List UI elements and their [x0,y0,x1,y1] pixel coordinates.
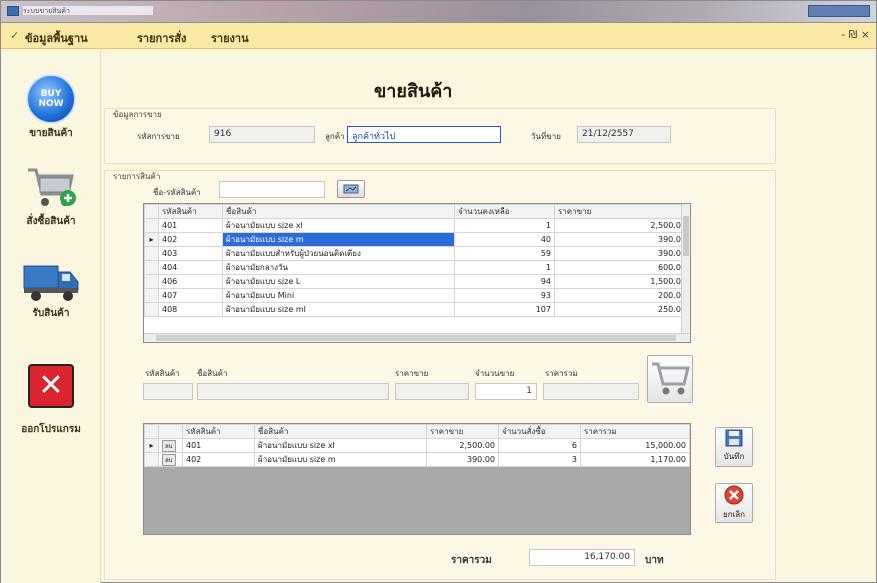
item-total-label: ราคารวม [545,369,578,378]
sale-info-group: ข้อมูลการขาย รหัสการขาย 916 ลูกค้า ลูกค้… [104,108,776,164]
menu-reports[interactable]: รายงาน [211,29,249,47]
sale-info-caption: ข้อมูลการขาย [113,110,162,119]
col-header[interactable]: รหัสสินค้า [158,204,223,219]
col-header[interactable]: ราคาขาย [426,424,499,439]
save-button[interactable]: บันทึก [715,427,753,467]
col-header[interactable]: รหัสสินค้า [182,424,255,439]
main-panel: ขายสินค้า ข้อมูลการขาย รหัสการขาย 916 ลู… [102,50,876,583]
sidebar-item-label: ขายสินค้า [29,128,73,139]
product-group: รายการสินค้า ชื่อ-รหัสสินค้า รหัสสินค้า … [104,170,776,580]
col-header[interactable]: ราคาขาย [554,204,690,219]
customer-field[interactable]: ลูกค้าทั่วไป [347,126,501,143]
menu-arrow-icon: ✓ [10,29,20,42]
sidebar-item-purchase[interactable]: สั่งซื้อสินค้า [1,162,101,229]
item-qty-field[interactable]: 1 [475,383,537,400]
table-row-selected[interactable]: ▸ 402 ผ้าอนามัยแบบ size m 40 390.00 [144,232,690,247]
sidebar-item-receive[interactable]: รับสินค้า [1,260,101,321]
sidebar: BUY NOW ขายสินค้า สั่งซื้อสินค้า รับสินค… [1,50,101,583]
sale-id-label: รหัสการขาย [137,132,180,141]
customer-label: ลูกค้า [325,132,345,141]
currency-label: บาท [645,555,664,566]
col-header[interactable]: ราคารวม [580,424,690,439]
add-to-cart-button[interactable] [647,355,693,403]
item-price-field[interactable] [395,383,469,400]
item-qty-label: จำนวนขาย [475,369,515,378]
item-total-field[interactable] [543,383,639,400]
buy-now-icon: BUY NOW [26,74,76,124]
table-row[interactable]: ▸ ลบ 401 ผ้าอนามัยแบบ size xl 2,500.00 6 15… [144,438,690,453]
horizontal-scrollbar[interactable] [144,333,690,342]
table-row[interactable]: ลบ 402 ผ้าอนามัยแบบ size m 390.00 3 1,170.0… [144,452,690,467]
item-code-label: รหัสสินค้า [145,369,180,378]
app-window: ระบบขายสินค้า ✓ ข้อมูลพื้นฐาน รายการสั่ง… [0,0,877,583]
app-icon [7,6,19,16]
sale-date-field[interactable]: 21/12/2557 [577,126,671,143]
row-pointer-icon: ▸ [144,438,159,453]
grand-total-field: 16,170.00 [529,549,635,566]
vertical-scrollbar[interactable] [681,204,690,342]
cart-grid[interactable]: รหัสสินค้า ชื่อสินค้า ราคาขาย จำนวนสั่งซ… [143,423,691,535]
search-label: ชื่อ-รหัสสินค้า [153,188,201,197]
item-name-field[interactable] [197,383,389,400]
menu-orders[interactable]: รายการสั่ง [137,29,186,47]
sidebar-item-exit[interactable]: ✕ ออกโปรแกรม [1,364,101,437]
title-bar: ระบบขายสินค้า [1,1,876,23]
table-row[interactable]: 404 ผ้าอนามัยกลางวัน 1 600.00 [144,260,690,275]
window-buttons[interactable] [808,5,870,17]
item-code-field[interactable] [143,383,193,400]
window-title: ระบบขายสินค้า [23,6,153,15]
col-header[interactable]: จำนวนสั่งซื้อ [498,424,581,439]
floppy-icon [725,429,743,447]
col-header[interactable]: จำนวนคงเหลือ [454,204,555,219]
table-row[interactable]: 403 ผ้าอนามัยแบบสำหรับผู้ป่วยนอนติดเตียง … [144,246,690,261]
item-name-label: ชื่อสินค้า [197,369,228,378]
table-row[interactable]: 407 ผ้าอนามัยแบบ Mini 93 200.00 [144,288,690,303]
cancel-icon [724,485,744,505]
row-pointer-icon: ▸ [144,232,159,247]
col-header[interactable]: ชื่อสินค้า [222,204,455,219]
sidebar-item-label: รับสินค้า [32,308,70,319]
delete-row-button[interactable]: ลบ [162,439,176,452]
sale-id-field[interactable]: 916 [209,126,315,143]
cart-add-icon [652,362,690,395]
search-button[interactable] [337,180,365,198]
product-caption: รายการสินค้า [113,172,161,181]
table-row[interactable]: 401 ผ้าอนามัยแบบ size xl 1 2,500.00 [144,218,690,233]
search-input[interactable] [219,181,325,198]
shopping-cart-icon [24,162,78,212]
cancel-button[interactable]: ยกเลิก [715,483,753,523]
menu-bar: ✓ ข้อมูลพื้นฐาน รายการสั่ง รายงาน - ₪ × [1,23,876,49]
sidebar-item-sell[interactable]: BUY NOW ขายสินค้า [1,74,101,141]
item-price-label: ราคาขาย [395,369,429,378]
product-grid[interactable]: รหัสสินค้า ชื่อสินค้า จำนวนคงเหลือ ราคาข… [143,203,691,343]
mdi-window-controls[interactable]: - ₪ × [841,28,870,41]
exit-icon: ✕ [28,364,74,408]
menu-basic-data[interactable]: ข้อมูลพื้นฐาน [25,29,88,47]
table-row[interactable]: 406 ผ้าอนามัยแบบ size L 94 1,500.00 [144,274,690,289]
delete-row-button[interactable]: ลบ [162,453,176,466]
truck-icon [22,260,80,304]
sidebar-item-label: สั่งซื้อสินค้า [26,216,76,227]
grand-total-label: ราคารวม [451,555,492,566]
search-icon [343,184,359,194]
col-header[interactable]: ชื่อสินค้า [254,424,427,439]
table-row[interactable]: 408 ผ้าอนามัยแบบ size ml 107 250.00 [144,302,690,317]
page-title: ขายสินค้า [374,81,453,102]
sidebar-item-label: ออกโปรแกรม [21,424,81,435]
sale-date-label: วันที่ขาย [531,132,561,141]
